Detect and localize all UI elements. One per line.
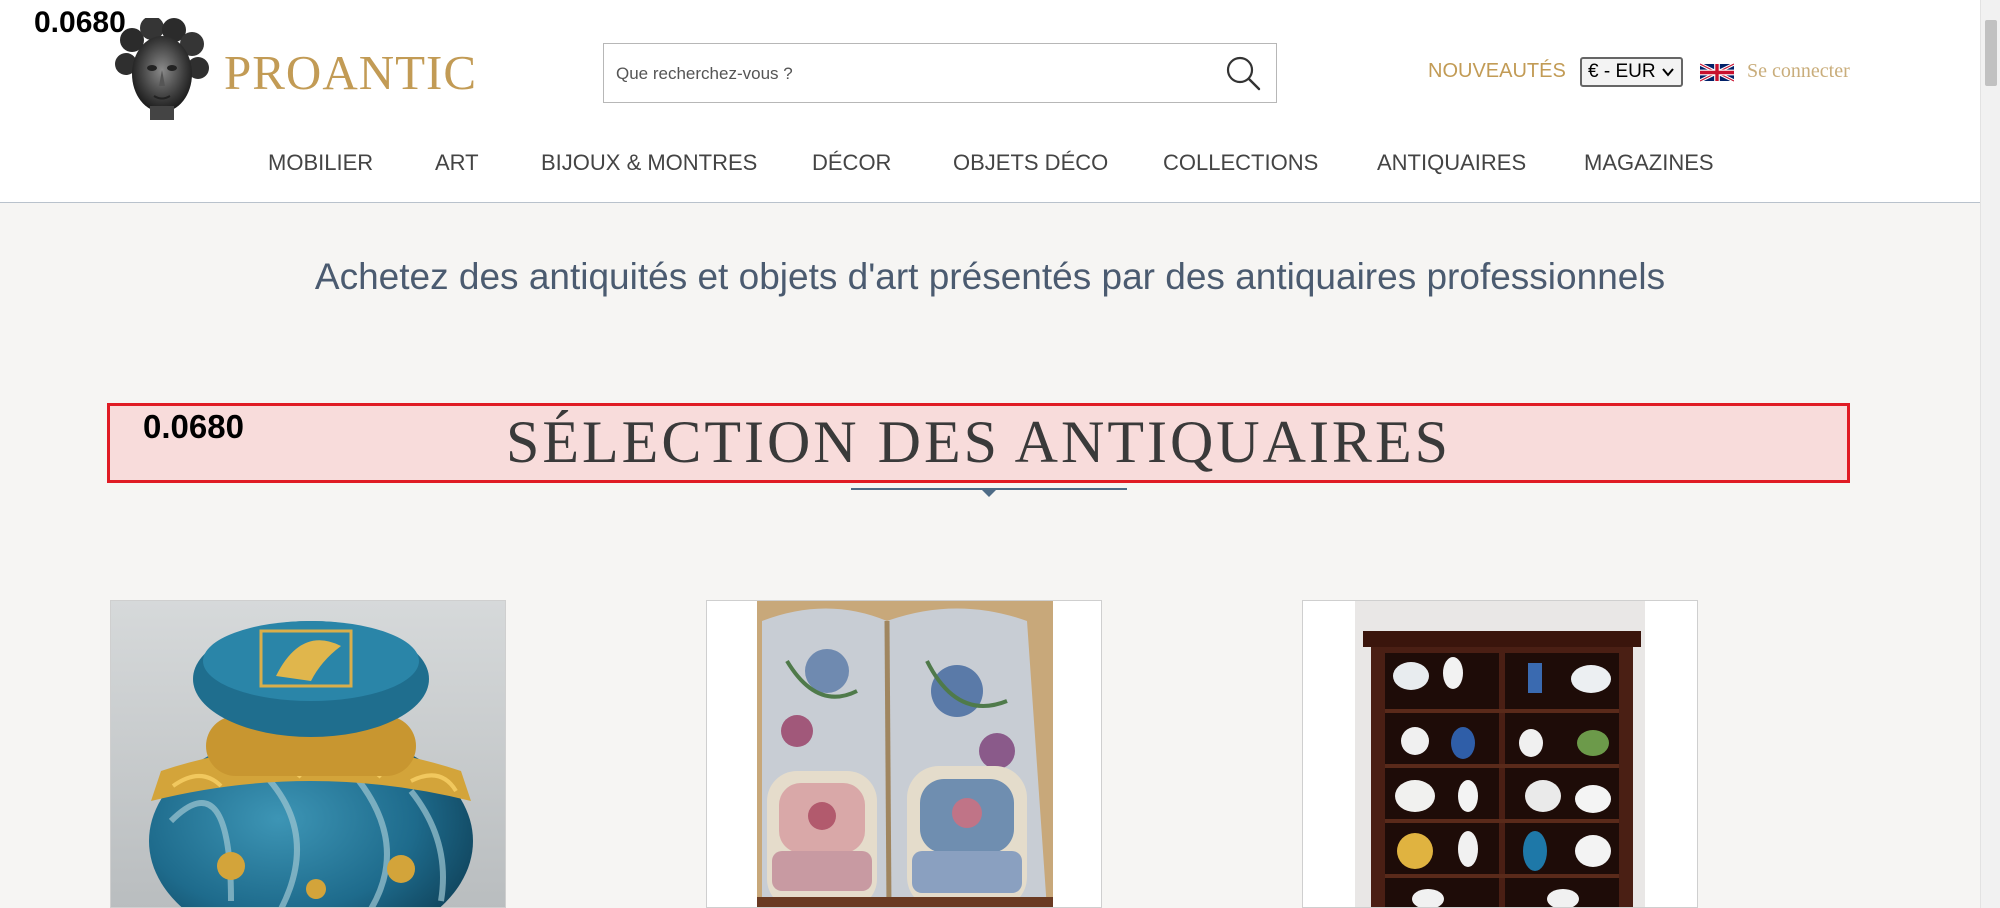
currency-value: € - EUR bbox=[1588, 61, 1656, 82]
page-tagline: Achetez des antiquités et objets d'art p… bbox=[314, 256, 1666, 297]
search-input[interactable] bbox=[616, 62, 1196, 86]
nav-item-bijoux-montres[interactable]: BIJOUX & MONTRES bbox=[541, 150, 757, 176]
currency-select[interactable]: € - EUR bbox=[1580, 57, 1683, 87]
product-image-cabinet bbox=[1303, 601, 1697, 907]
score-label: 0.0680 bbox=[34, 6, 126, 39]
page-scrollbar[interactable] bbox=[1980, 0, 2000, 908]
site-header: 0.0680 PROANTIC NOUVEAUTÉS € - EUR bbox=[0, 0, 1980, 203]
search-bar bbox=[603, 43, 1277, 103]
product-image-armchairs bbox=[707, 601, 1101, 907]
uk-flag-icon[interactable] bbox=[1700, 60, 1734, 85]
nav-item-magazines[interactable]: MAGAZINES bbox=[1584, 150, 1714, 176]
login-link[interactable]: Se connecter bbox=[1747, 60, 1850, 83]
product-card-jar[interactable] bbox=[110, 600, 506, 908]
nav-item-decor[interactable]: DÉCOR bbox=[812, 150, 891, 176]
nav-item-art[interactable]: ART bbox=[435, 150, 479, 176]
nouveautes-link[interactable]: NOUVEAUTÉS bbox=[1428, 60, 1566, 83]
title-underline-marker bbox=[982, 490, 996, 497]
product-card-armchairs[interactable] bbox=[706, 600, 1102, 908]
product-card-cabinet[interactable] bbox=[1302, 600, 1698, 908]
nav-item-collections[interactable]: COLLECTIONS bbox=[1163, 150, 1318, 176]
scrollbar-thumb[interactable] bbox=[1985, 20, 1997, 86]
nav-item-objets-deco[interactable]: OBJETS DÉCO bbox=[953, 150, 1108, 176]
section-score-label: 0.0680 bbox=[143, 408, 244, 445]
nav-item-mobilier[interactable]: MOBILIER bbox=[268, 150, 373, 176]
brand-logo-text[interactable]: PROANTIC bbox=[224, 44, 477, 101]
section-title: SÉLECTION DES ANTIQUAIRES bbox=[506, 409, 1451, 475]
logo-head-icon[interactable] bbox=[112, 18, 210, 122]
search-icon[interactable] bbox=[1224, 54, 1262, 92]
product-image-jar bbox=[111, 601, 505, 907]
chevron-down-icon bbox=[1662, 68, 1674, 77]
nav-item-antiquaires[interactable]: ANTIQUAIRES bbox=[1377, 150, 1526, 176]
